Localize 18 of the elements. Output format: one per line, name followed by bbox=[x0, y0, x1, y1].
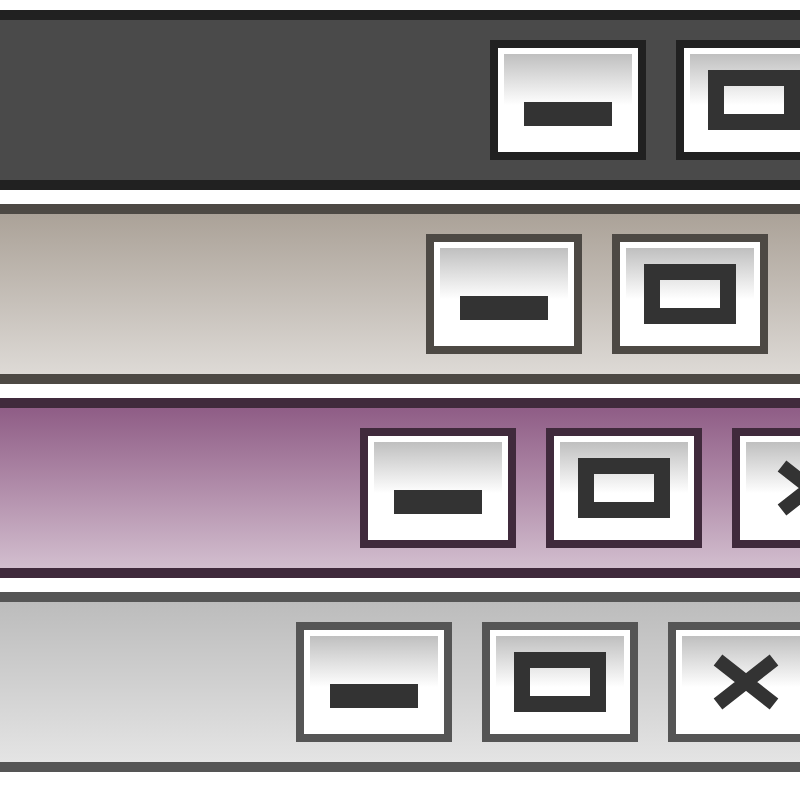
maximize-button[interactable] bbox=[482, 622, 638, 742]
minimize-button[interactable] bbox=[360, 428, 516, 548]
maximize-button[interactable] bbox=[546, 428, 702, 548]
minimize-button[interactable] bbox=[426, 234, 582, 354]
close-icon bbox=[712, 654, 780, 710]
minimize-icon bbox=[460, 296, 548, 320]
maximize-button[interactable] bbox=[612, 234, 768, 354]
minimize-icon bbox=[524, 102, 612, 126]
maximize-button[interactable] bbox=[676, 40, 800, 160]
minimize-button[interactable] bbox=[490, 40, 646, 160]
maximize-icon bbox=[514, 652, 606, 712]
minimize-icon bbox=[394, 490, 482, 514]
maximize-icon bbox=[708, 70, 800, 130]
minimize-button[interactable] bbox=[296, 622, 452, 742]
maximize-icon bbox=[578, 458, 670, 518]
close-button[interactable] bbox=[668, 622, 800, 742]
minimize-icon bbox=[330, 684, 418, 708]
maximize-icon bbox=[644, 264, 736, 324]
